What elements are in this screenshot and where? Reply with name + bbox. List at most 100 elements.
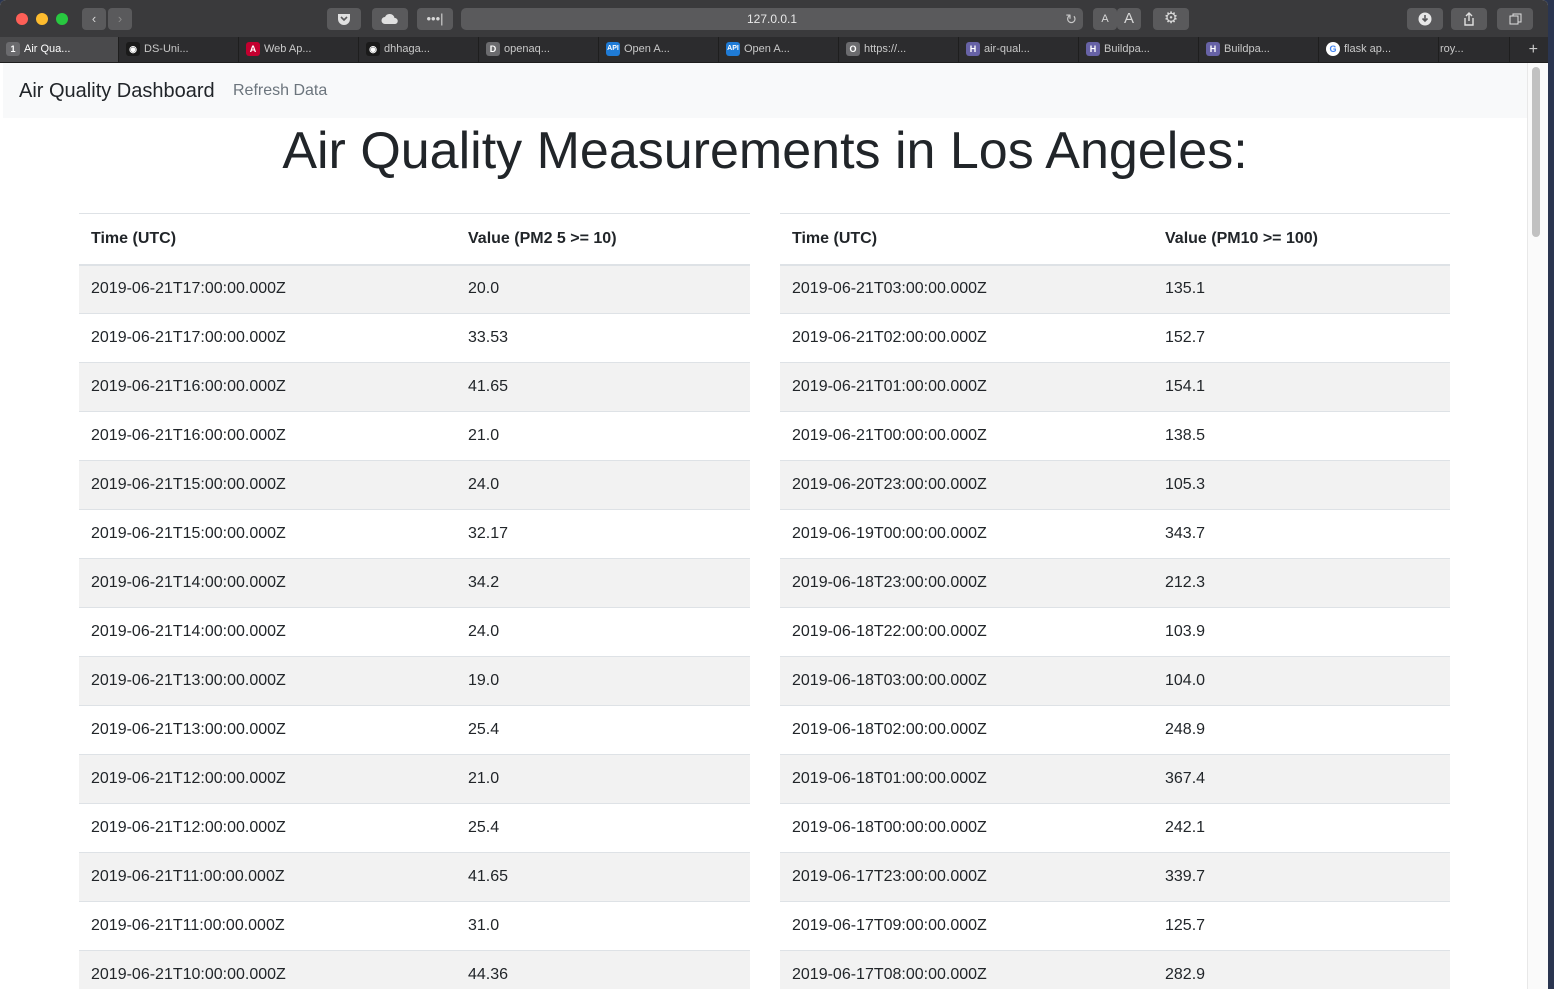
browser-tab[interactable]: Hair-qual... [960,37,1079,62]
value-cell: 34.2 [456,558,750,608]
api-icon: API [606,42,620,56]
page-title: Air Quality Measurements in Los Angeles: [282,122,1248,180]
browser-toolbar: ‹ › •••| 127.0.0.1 ↻ A A ⚙ [0,0,1548,38]
tab-label: Web Ap... [264,43,312,55]
browser-tab[interactable]: 1 Air Qua... [0,37,119,62]
value-cell: 24.0 [456,607,750,657]
share-button[interactable] [1451,8,1487,30]
column-header-value: Value (PM10 >= 100) [1153,213,1450,266]
more-dots-icon: •••| [426,11,444,26]
table-row: 2019-06-20T23:00:00.000Z 105.3 [780,460,1450,510]
zoom-window-button[interactable] [56,13,68,25]
table-row: 2019-06-21T11:00:00.000Z 41.65 [79,852,750,902]
table-row: 2019-06-21T00:00:00.000Z 138.5 [780,411,1450,461]
tabs-overview-icon [1509,13,1521,25]
reload-icon[interactable]: ↻ [1065,8,1077,30]
icloud-button[interactable] [372,8,408,30]
tab-label: flask ap... [1344,43,1392,55]
value-cell: 282.9 [1153,950,1450,989]
table-row: 2019-06-18T23:00:00.000Z 212.3 [780,558,1450,608]
tab-label: https://... [864,43,907,55]
new-tab-button[interactable]: + [1529,37,1538,62]
show-tabs-button[interactable] [1497,8,1533,30]
forward-button[interactable]: › [108,8,132,30]
share-icon [1464,12,1474,26]
api-icon: API [726,42,740,56]
github-icon: ◉ [366,42,380,56]
table-row: 2019-06-21T14:00:00.000Z 24.0 [79,607,750,657]
refresh-data-link[interactable]: Refresh Data [233,82,327,100]
table-header-row: Time (UTC) Value (PM10 >= 100) [780,213,1450,266]
table-row: 2019-06-19T00:00:00.000Z 343.7 [780,509,1450,559]
browser-tab[interactable]: A Web Ap... [240,37,359,62]
cloud-icon [381,13,398,24]
address-bar[interactable]: 127.0.0.1 ↻ [461,8,1083,30]
table-row: 2019-06-21T14:00:00.000Z 34.2 [79,558,750,608]
table-row: 2019-06-21T11:00:00.000Z 31.0 [79,901,750,951]
time-cell: 2019-06-20T23:00:00.000Z [780,460,1153,510]
browser-window: ‹ › •••| 127.0.0.1 ↻ A A ⚙ + 1 Air Qua...… [0,0,1548,989]
downloads-button[interactable] [1407,8,1443,30]
text-smaller-button[interactable]: A [1093,8,1117,30]
value-cell: 367.4 [1153,754,1450,804]
navbar-brand[interactable]: Air Quality Dashboard [19,80,215,103]
tab-label: Buildpa... [1224,43,1270,55]
angular-icon: A [246,42,260,56]
table-row: 2019-06-17T23:00:00.000Z 339.7 [780,852,1450,902]
table-row: 2019-06-18T02:00:00.000Z 248.9 [780,705,1450,755]
pocket-button[interactable] [327,8,361,30]
browser-tab[interactable]: API Open A... [720,37,839,62]
text-larger-button[interactable]: A [1117,8,1141,30]
scrollbar-thumb[interactable] [1532,67,1540,237]
table-row: 2019-06-21T12:00:00.000Z 21.0 [79,754,750,804]
time-cell: 2019-06-18T03:00:00.000Z [780,656,1153,706]
heroku-icon: H [966,42,980,56]
browser-tab[interactable]: Gflask ap... [1320,37,1439,62]
browser-tab[interactable]: API Open A... [600,37,719,62]
browser-tab[interactable]: ◉ dhhaga... [360,37,479,62]
settings-button[interactable]: ⚙ [1153,8,1189,30]
table-row: 2019-06-21T16:00:00.000Z 21.0 [79,411,750,461]
letter-o-icon: O [846,42,860,56]
time-cell: 2019-06-21T01:00:00.000Z [780,362,1153,412]
number-one-icon: 1 [6,42,20,56]
time-cell: 2019-06-21T03:00:00.000Z [780,264,1153,314]
value-cell: 33.53 [456,313,750,363]
browser-tab[interactable]: H Buildpa... [1200,37,1319,62]
value-cell: 154.1 [1153,362,1450,412]
value-cell: 32.17 [456,509,750,559]
value-cell: 25.4 [456,705,750,755]
value-cell: 248.9 [1153,705,1450,755]
back-button[interactable]: ‹ [82,8,106,30]
time-cell: 2019-06-18T22:00:00.000Z [780,607,1153,657]
time-cell: 2019-06-19T00:00:00.000Z [780,509,1153,559]
time-cell: 2019-06-21T15:00:00.000Z [79,509,456,559]
tab-label: roy... [1440,43,1464,55]
browser-tab[interactable]: roy... [1440,37,1510,62]
tab-label: Buildpa... [1104,43,1150,55]
heroku-icon: H [1086,42,1100,56]
table-row: 2019-06-21T17:00:00.000Z 33.53 [79,313,750,363]
table-row: 2019-06-21T03:00:00.000Z 135.1 [780,264,1450,314]
time-cell: 2019-06-21T00:00:00.000Z [780,411,1153,461]
browser-tab[interactable]: Ohttps://... [840,37,959,62]
url-text: 127.0.0.1 [746,12,798,26]
value-cell: 104.0 [1153,656,1450,706]
extensions-button[interactable]: •••| [417,8,453,30]
time-cell: 2019-06-21T17:00:00.000Z [79,264,456,314]
time-cell: 2019-06-21T15:00:00.000Z [79,460,456,510]
close-window-button[interactable] [16,13,28,25]
table-row: 2019-06-21T10:00:00.000Z 44.36 [79,950,750,989]
page-scrollbar[interactable] [1527,63,1548,989]
time-cell: 2019-06-21T10:00:00.000Z [79,950,456,989]
minimize-window-button[interactable] [36,13,48,25]
value-cell: 41.65 [456,362,750,412]
value-cell: 25.4 [456,803,750,853]
browser-tab[interactable]: Dopenaq... [480,37,599,62]
value-cell: 21.0 [456,411,750,461]
table-row: 2019-06-21T17:00:00.000Z 20.0 [79,264,750,314]
browser-tab[interactable]: ◉ DS-Uni... [120,37,239,62]
time-cell: 2019-06-21T16:00:00.000Z [79,411,456,461]
table-row: 2019-06-21T01:00:00.000Z 154.1 [780,362,1450,412]
browser-tab[interactable]: H Buildpa... [1080,37,1199,62]
